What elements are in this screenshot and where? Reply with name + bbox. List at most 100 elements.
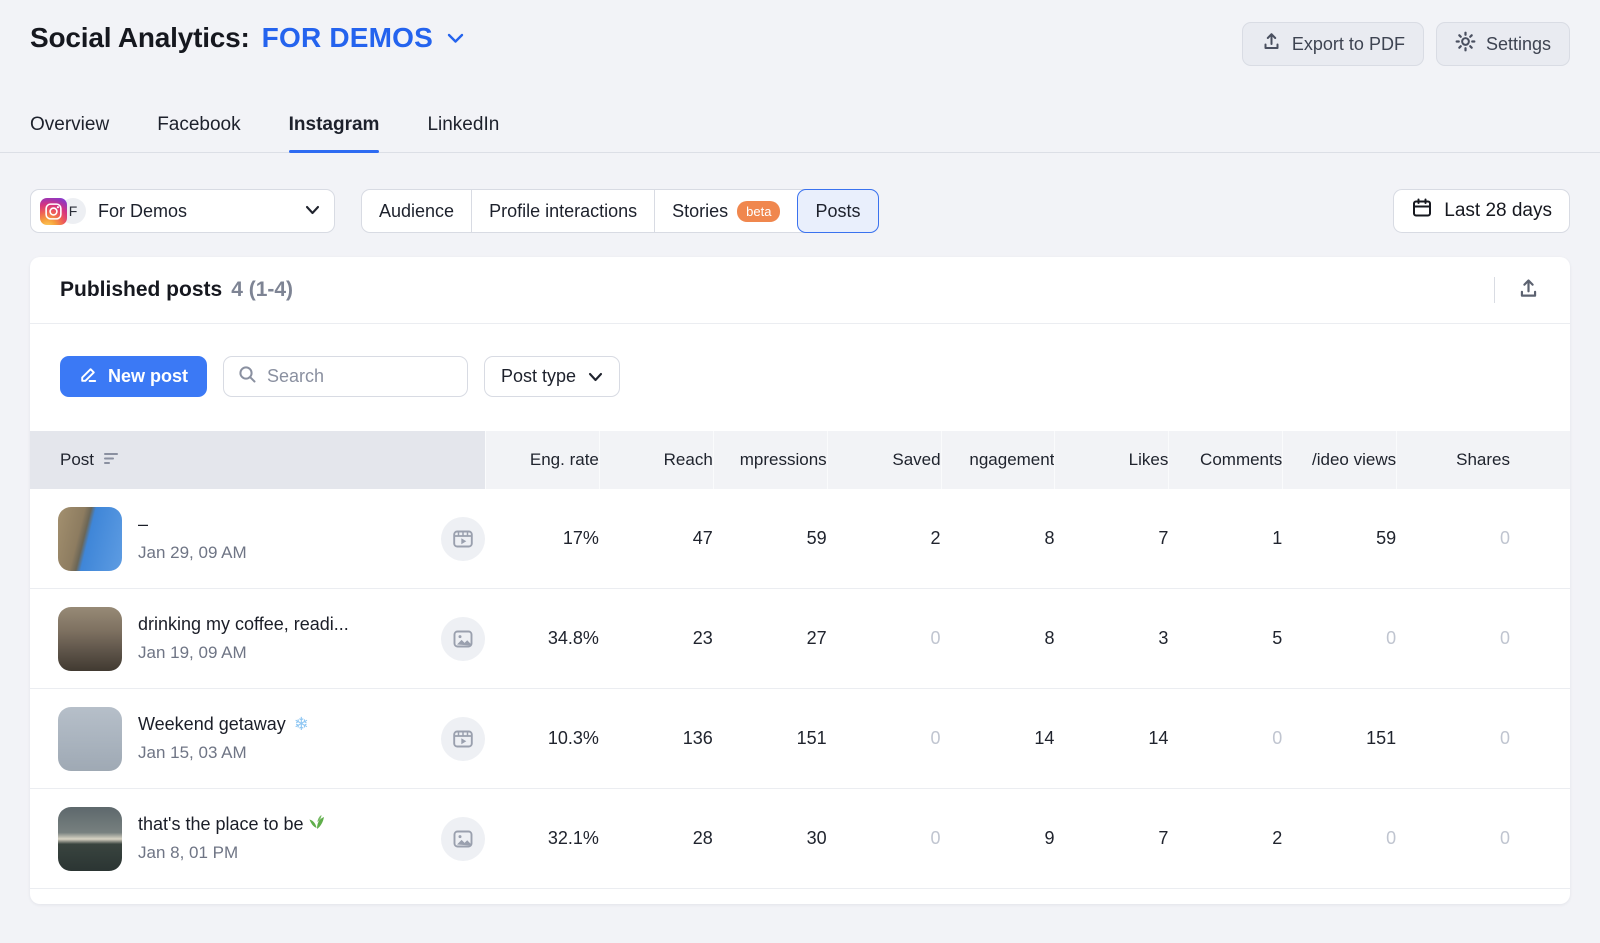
video-post-icon [441,517,485,561]
post-title-text: that's the place to be [138,814,304,835]
post-title: Weekend getaway❄ [138,714,433,735]
divider [1494,277,1495,303]
metric-likes: 14 [1054,728,1168,749]
image-post-icon [441,817,485,861]
post-row[interactable]: –Jan 29, 09 AM17%47592871590 [30,489,1570,589]
post-date: Jan 8, 01 PM [138,843,433,863]
post-text: Weekend getaway❄ Jan 15, 03 AM [138,714,433,763]
column-header-label: Post [60,450,94,470]
post-type-label: Post type [501,366,576,387]
segment-posts[interactable]: Posts [797,189,878,233]
tab-instagram[interactable]: Instagram [289,114,380,152]
metric-shares: 0 [1396,728,1510,749]
post-date: Jan 15, 03 AM [138,743,433,763]
metric-comments: 2 [1168,828,1282,849]
column-header-ngagement[interactable]: ngagement [941,431,1055,489]
post-row[interactable]: drinking my coffee, readi... Jan 19, 09 A… [30,589,1570,689]
post-row[interactable]: that's the place to beJan 8, 01 PM32.1%2… [30,789,1570,889]
column-header-eng-rate[interactable]: Eng. rate [485,431,599,489]
segment-profile-interactions[interactable]: Profile interactions [471,190,654,232]
table-header-row: Post Eng. rateReachmpressionsSavedngageme… [30,431,1570,489]
column-header--ideo-views[interactable]: /ideo views [1282,431,1396,489]
column-header-mpressions[interactable]: mpressions [713,431,827,489]
column-header-saved[interactable]: Saved [827,431,941,489]
export-to-pdf-button[interactable]: Export to PDF [1242,22,1424,66]
post-title: – [138,514,433,535]
metric-ngagement: 8 [941,528,1055,549]
post-text: that's the place to be Jan 8, 01 PM [138,814,433,863]
video-post-icon [441,717,485,761]
date-range-label: Last 28 days [1444,200,1552,222]
post-text: –Jan 29, 09 AM [138,514,433,563]
page-title-group[interactable]: Social Analytics: FOR DEMOS [30,22,464,54]
metric-comments: 1 [1168,528,1282,549]
new-post-button[interactable]: New post [60,356,207,397]
export-table-button[interactable] [1513,273,1544,307]
segment-label: Profile interactions [489,201,637,222]
upload-icon [1261,31,1282,57]
metric-saved: 0 [827,628,941,649]
account-select[interactable]: F For Demos [30,189,335,233]
table-body: –Jan 29, 09 AM17%47592871590drinking my … [30,489,1570,889]
top-actions: Export to PDF Settings [1242,22,1570,66]
date-range-button[interactable]: Last 28 days [1393,189,1570,233]
tab-facebook[interactable]: Facebook [157,114,240,152]
post-thumbnail [58,607,122,671]
segment-stories[interactable]: Stories beta [654,190,797,232]
posts-toolbar: New post Post type [30,324,1570,431]
settings-button[interactable]: Settings [1436,22,1570,66]
social-analytics-page: Social Analytics: FOR DEMOS Export to PD… [0,0,1600,943]
post-title-text: drinking my coffee, readi... [138,614,349,635]
report-segmented-control: Audience Profile interactions Stories beta P… [361,189,879,233]
search-box [223,356,468,397]
metric-reach: 28 [599,828,713,849]
search-input[interactable] [267,366,453,387]
metric-likes: 3 [1054,628,1168,649]
metric-saved: 0 [827,828,941,849]
metric-ngagement: 8 [941,628,1055,649]
column-header-reach[interactable]: Reach [599,431,713,489]
segment-label: Posts [815,201,860,222]
segment-label: Audience [379,201,454,222]
post-type-select[interactable]: Post type [484,356,620,397]
sort-icon [104,450,120,470]
account-name: For Demos [98,201,187,222]
metric-eng-rate: 32.1% [485,828,599,849]
post-title: that's the place to be [138,814,433,835]
column-header-likes[interactable]: Likes [1054,431,1168,489]
segment-label: Stories [672,201,728,222]
beta-badge: beta [737,201,780,222]
post-row[interactable]: Weekend getaway❄Jan 15, 03 AM10.3%136151… [30,689,1570,789]
metric-eng-rate: 34.8% [485,628,599,649]
pencil-icon [79,365,98,389]
metric--ideo-views: 0 [1282,828,1396,849]
metric-mpressions: 30 [713,828,827,849]
tab-overview[interactable]: Overview [30,114,109,152]
post-date: Jan 19, 09 AM [138,643,433,663]
card-title: Published posts [60,278,222,302]
metric-shares: 0 [1396,828,1510,849]
metric-reach: 136 [599,728,713,749]
column-header-comments[interactable]: Comments [1168,431,1282,489]
metric-mpressions: 59 [713,528,827,549]
tab-linkedin[interactable]: LinkedIn [427,114,499,152]
post-cell: that's the place to be Jan 8, 01 PM [30,807,485,871]
herb-emoji [308,814,326,835]
project-selector-label[interactable]: FOR DEMOS [262,22,433,54]
post-cell: Weekend getaway❄ Jan 15, 03 AM [30,707,485,771]
snowflake-emoji: ❄ [294,714,309,735]
post-cell: –Jan 29, 09 AM [30,507,485,571]
column-header-post[interactable]: Post [30,431,485,489]
instagram-icon [40,198,67,225]
metric-ngagement: 9 [941,828,1055,849]
search-icon [238,365,257,389]
column-header-shares[interactable]: Shares [1396,431,1510,489]
calendar-icon [1411,197,1433,225]
metric-mpressions: 27 [713,628,827,649]
segment-audience[interactable]: Audience [362,190,471,232]
metric-mpressions: 151 [713,728,827,749]
metric-ngagement: 14 [941,728,1055,749]
export-to-pdf-label: Export to PDF [1292,34,1405,55]
post-text: drinking my coffee, readi... Jan 19, 09 A… [138,614,433,663]
metric-reach: 23 [599,628,713,649]
